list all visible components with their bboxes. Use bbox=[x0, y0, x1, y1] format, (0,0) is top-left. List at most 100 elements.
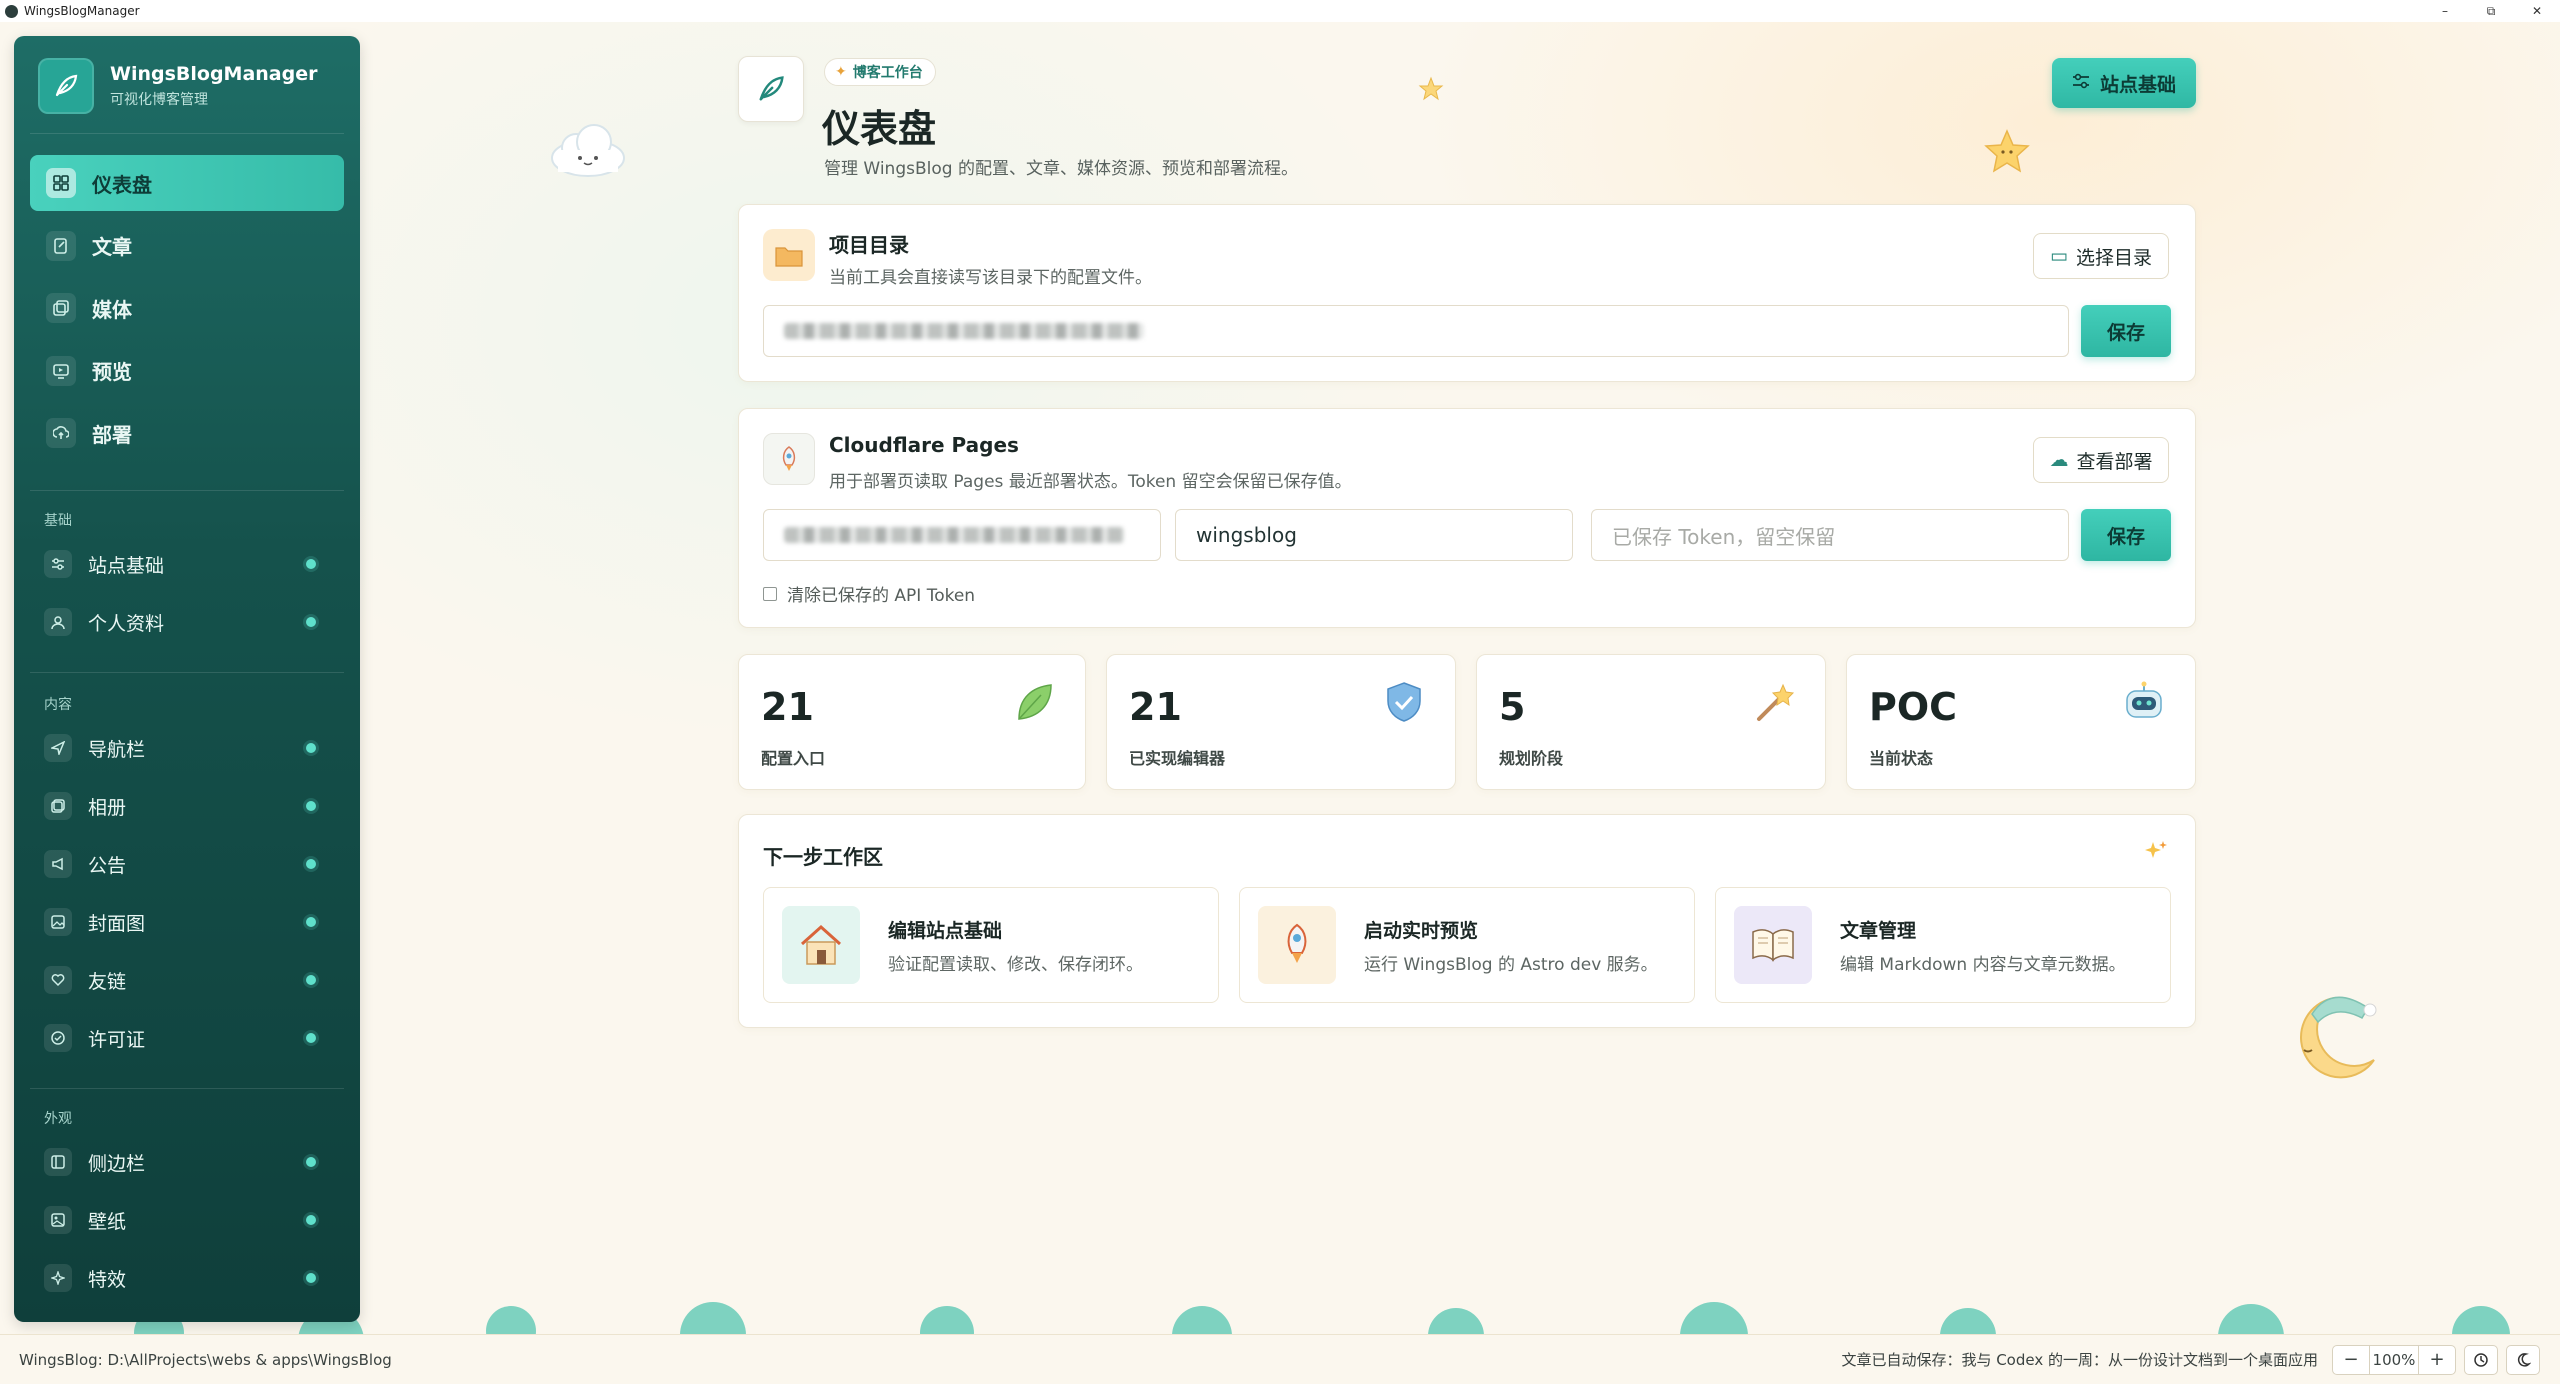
zoom-out-button[interactable]: − bbox=[2333, 1346, 2369, 1374]
sidebar-item-label: 侧边栏 bbox=[88, 1152, 146, 1175]
app-icon bbox=[5, 4, 18, 18]
history-button[interactable] bbox=[2464, 1344, 2498, 1375]
user-icon bbox=[44, 608, 72, 636]
workspace-card-description: 编辑 Markdown 内容与文章元数据。 bbox=[1840, 955, 2126, 975]
sidebar-item-announcement[interactable]: 公告 bbox=[44, 844, 344, 884]
sidebar-item-label: 友链 bbox=[88, 970, 127, 993]
sidebar-item-profile[interactable]: 个人资料 bbox=[44, 602, 344, 642]
brand-name: WingsBlogManager bbox=[110, 63, 318, 85]
button-label: 站点基础 bbox=[2099, 73, 2176, 96]
section-label-appearance: 外观 bbox=[44, 1111, 72, 1127]
shield-check-icon bbox=[1387, 682, 1421, 722]
feather-logo-icon bbox=[38, 58, 94, 114]
cloudflare-pages-card: Cloudflare Pages 用于部署页读取 Pages 最近部署状态。To… bbox=[738, 408, 2196, 628]
sidebar-item-sidebar[interactable]: 侧边栏 bbox=[44, 1142, 344, 1182]
window-title: WingsBlogManager bbox=[24, 4, 140, 18]
divider bbox=[30, 672, 344, 673]
sidebar-item-friend-links[interactable]: 友链 bbox=[44, 960, 344, 1000]
dashboard-icon bbox=[46, 168, 76, 198]
wallpaper-icon bbox=[44, 1206, 72, 1234]
section-label-basics: 基础 bbox=[44, 513, 72, 529]
stat-card-editors: 21 已实现编辑器 bbox=[1106, 654, 1456, 790]
stat-card-phases: 5 规划阶段 bbox=[1476, 654, 1826, 790]
zoom-in-button[interactable]: + bbox=[2419, 1346, 2455, 1374]
stat-value: POC bbox=[1869, 685, 1958, 729]
site-basics-button[interactable]: 站点基础 bbox=[2052, 58, 2196, 108]
project-path-input[interactable] bbox=[763, 305, 2069, 357]
theme-toggle-button[interactable] bbox=[2506, 1344, 2540, 1375]
feather-icon bbox=[738, 56, 804, 122]
nav-label: 部署 bbox=[92, 422, 132, 447]
account-id-input[interactable] bbox=[763, 509, 1161, 561]
window-title-bar: WingsBlogManager – ⧉ ✕ bbox=[0, 0, 2560, 22]
status-dot bbox=[306, 917, 316, 927]
workspace-card-articles[interactable]: 文章管理 编辑 Markdown 内容与文章元数据。 bbox=[1715, 887, 2171, 1003]
autosave-message: 文章已自动保存：我与 Codex 的一周：从一份设计文档到一个桌面应用 bbox=[1841, 1351, 2318, 1369]
nav-item-preview[interactable]: 预览 bbox=[30, 343, 344, 399]
nav-label: 仪表盘 bbox=[92, 172, 152, 197]
project-directory-card: 项目目录 当前工具会直接读写该目录下的配置文件。 ▭ 选择目录 保存 bbox=[738, 204, 2196, 382]
sidebar-item-label: 封面图 bbox=[88, 912, 146, 935]
star-icon bbox=[1984, 129, 2030, 173]
project-name-input[interactable]: wingsblog bbox=[1175, 509, 1573, 561]
choose-directory-button[interactable]: ▭ 选择目录 bbox=[2033, 233, 2169, 279]
moon-icon bbox=[2300, 996, 2377, 1079]
redacted-account-id bbox=[784, 527, 1124, 543]
close-button[interactable]: ✕ bbox=[2514, 0, 2560, 22]
sparkle-icon: ✦ bbox=[835, 64, 847, 80]
navigation-icon bbox=[44, 734, 72, 762]
workspace-card-description: 验证配置读取、修改、保存闭环。 bbox=[888, 955, 1143, 975]
sidebar-item-navbar[interactable]: 导航栏 bbox=[44, 728, 344, 768]
workspace-card-site-basics[interactable]: 编辑站点基础 验证配置读取、修改、保存闭环。 bbox=[763, 887, 1219, 1003]
folder-icon bbox=[763, 229, 815, 281]
next-steps-panel: 下一步工作区 编辑站点基础 验证配置读取、修改、保存闭环。 启动实时预览 运行 … bbox=[738, 814, 2196, 1028]
preview-icon bbox=[46, 355, 76, 386]
clear-token-checkbox[interactable] bbox=[763, 586, 777, 601]
nav-label: 媒体 bbox=[92, 297, 132, 322]
nav-item-articles[interactable]: 文章 bbox=[30, 218, 344, 274]
restore-button[interactable]: ⧉ bbox=[2468, 0, 2514, 22]
sidebar-item-site-basics[interactable]: 站点基础 bbox=[44, 544, 344, 584]
sidebar-item-wallpaper[interactable]: 壁纸 bbox=[44, 1200, 344, 1240]
leaf-icon bbox=[1018, 684, 1052, 720]
heart-link-icon bbox=[44, 966, 72, 994]
stat-label: 规划阶段 bbox=[1499, 749, 1564, 768]
workspace-card-live-preview[interactable]: 启动实时预览 运行 WingsBlog 的 Astro dev 服务。 bbox=[1239, 887, 1695, 1003]
card-title: 项目目录 bbox=[829, 233, 909, 257]
api-token-input[interactable]: 已保存 Token，留空保留 bbox=[1591, 509, 2069, 561]
nav-item-dashboard[interactable]: 仪表盘 bbox=[30, 155, 344, 211]
megaphone-icon bbox=[44, 850, 72, 878]
button-label: 选择目录 bbox=[2075, 246, 2152, 269]
brand: WingsBlogManager 可视化博客管理 bbox=[38, 58, 318, 114]
sidebar-item-label: 许可证 bbox=[88, 1028, 146, 1051]
workspace-card-title: 文章管理 bbox=[1840, 920, 1917, 942]
redacted-path bbox=[784, 323, 1144, 339]
stat-label: 已实现编辑器 bbox=[1129, 749, 1226, 768]
nav-item-media[interactable]: 媒体 bbox=[30, 280, 344, 336]
stat-value: 5 bbox=[1499, 685, 1526, 729]
status-dot bbox=[306, 559, 316, 569]
section-title: 下一步工作区 bbox=[763, 845, 883, 869]
save-cloudflare-button[interactable]: 保存 bbox=[2081, 509, 2171, 561]
sidebar-item-cover[interactable]: 封面图 bbox=[44, 902, 344, 942]
workspace-badge: ✦ 博客工作台 bbox=[824, 58, 936, 86]
book-icon bbox=[1734, 906, 1812, 984]
license-icon bbox=[44, 1024, 72, 1052]
sidebar-item-license[interactable]: 许可证 bbox=[44, 1018, 344, 1058]
minimize-button[interactable]: – bbox=[2422, 0, 2468, 22]
view-deployments-button[interactable]: ☁ 查看部署 bbox=[2033, 437, 2169, 483]
nav-item-deploy[interactable]: 部署 bbox=[30, 405, 344, 461]
sidebar-item-album[interactable]: 相册 bbox=[44, 786, 344, 826]
sidebar-item-effects[interactable]: 特效 bbox=[44, 1258, 344, 1298]
folder-open-icon: ▭ bbox=[2050, 245, 2068, 267]
stat-label: 当前状态 bbox=[1869, 749, 1934, 768]
status-dot bbox=[306, 1033, 316, 1043]
workspace-card-description: 运行 WingsBlog 的 Astro dev 服务。 bbox=[1364, 955, 1658, 975]
status-dot bbox=[306, 743, 316, 753]
card-description: 用于部署页读取 Pages 最近部署状态。Token 留空会保留已保存值。 bbox=[829, 472, 1352, 492]
save-directory-button[interactable]: 保存 bbox=[2081, 305, 2171, 357]
divider bbox=[30, 133, 344, 134]
album-icon bbox=[44, 792, 72, 820]
clear-token-option[interactable]: 清除已保存的 API Token bbox=[763, 581, 975, 606]
sidebar-item-label: 壁纸 bbox=[88, 1210, 127, 1233]
